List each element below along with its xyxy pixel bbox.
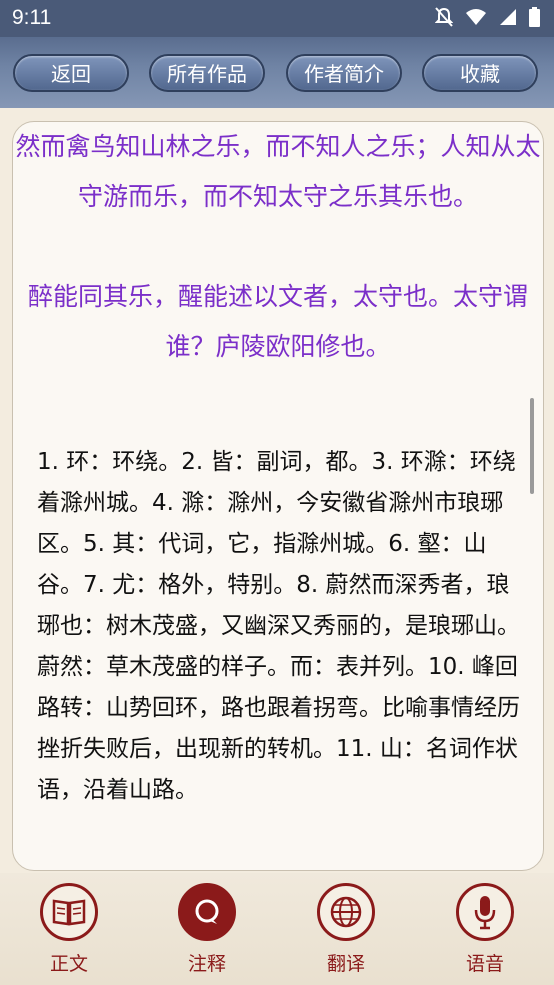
wifi-icon	[465, 8, 487, 30]
favorite-button[interactable]: 收藏	[422, 54, 538, 92]
back-button[interactable]: 返回	[13, 54, 129, 92]
poem-paragraph-1: 然而禽鸟知山林之乐，而不知人之乐；人知从太守游而乐，而不知太守之乐其乐也。	[15, 132, 541, 211]
author-intro-button[interactable]: 作者简介	[286, 54, 402, 92]
all-works-button[interactable]: 所有作品	[149, 54, 265, 92]
status-icons	[434, 7, 540, 31]
status-time: 9:11	[12, 6, 52, 29]
nav-label-notes: 注释	[187, 953, 226, 975]
microphone-icon	[456, 883, 514, 941]
nav-label-audio: 语音	[465, 953, 504, 975]
speech-bubble-icon	[178, 883, 236, 941]
nav-label-translation: 翻译	[326, 953, 365, 975]
nav-item-audio[interactable]: 语音	[445, 883, 525, 976]
globe-icon	[317, 883, 375, 941]
content-card[interactable]: 然而禽鸟知山林之乐，而不知人之乐；人知从太守游而乐，而不知太守之乐其乐也。 醉能…	[12, 121, 544, 871]
signal-icon	[499, 8, 517, 30]
battery-icon	[529, 7, 540, 31]
nav-item-notes[interactable]: 注释	[167, 883, 247, 976]
nav-item-translation[interactable]: 翻译	[306, 883, 386, 976]
bottom-nav: 正文 注释 翻译 语音	[0, 873, 554, 985]
status-bar: 9:11	[0, 0, 554, 37]
annotation-notes: 1. 环：环绕。2. 皆：副词，都。3. 环滁：环绕着滁州城。4. 滁：滁州，今…	[37, 449, 520, 803]
poem-paragraph-2: 醉能同其乐，醒能述以文者，太守也。太守谓谁？庐陵欧阳修也。	[27, 282, 528, 361]
book-icon	[40, 883, 98, 941]
top-toolbar: 返回 所有作品 作者简介 收藏	[0, 37, 554, 108]
nav-item-text[interactable]: 正文	[29, 883, 109, 976]
scrollbar[interactable]	[530, 398, 534, 494]
nav-label-text: 正文	[49, 953, 88, 975]
notifications-off-icon	[434, 7, 454, 31]
